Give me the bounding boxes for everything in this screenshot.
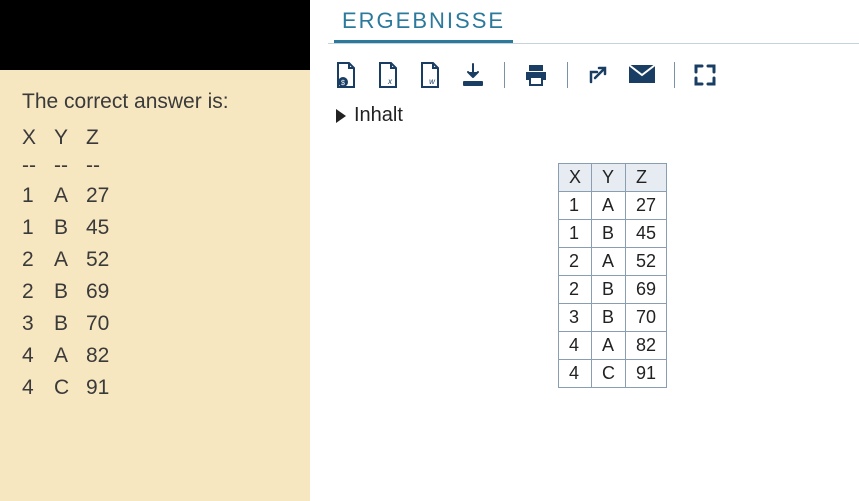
toolbar-separator — [674, 62, 675, 88]
dash-cell: -- — [54, 154, 86, 180]
table-cell: B — [592, 220, 626, 248]
table-cell: 4 — [559, 332, 592, 360]
table-cell: 2 — [559, 276, 592, 304]
table-cell: 45 — [626, 220, 667, 248]
table-cell: A — [54, 244, 86, 276]
table-cell: 27 — [86, 180, 126, 212]
answer-panel: The correct answer is: X Y Z -- -- -- 1A… — [0, 70, 310, 501]
black-bar — [0, 0, 310, 70]
table-cell: 4 — [559, 360, 592, 388]
table-header-row: X Y Z — [559, 164, 667, 192]
table-row: 2B69 — [559, 276, 667, 304]
table-cell: 70 — [86, 308, 126, 340]
table-cell: 52 — [626, 248, 667, 276]
table-cell: 91 — [86, 372, 126, 404]
table-row: 2A52 — [22, 244, 126, 276]
table-row: 4A82 — [559, 332, 667, 360]
table-cell: 2 — [559, 248, 592, 276]
col-header: Z — [86, 122, 126, 154]
table-row: 1A27 — [22, 180, 126, 212]
fullscreen-icon[interactable] — [693, 63, 717, 87]
table-cell: C — [592, 360, 626, 388]
table-cell: B — [592, 304, 626, 332]
table-cell: B — [54, 308, 86, 340]
answer-body: 1A271B452A522B693B704A824C91 — [22, 180, 126, 404]
section-toggle[interactable]: Inhalt — [328, 98, 859, 133]
table-row: 1A27 — [559, 192, 667, 220]
table-cell: A — [54, 340, 86, 372]
table-cell: A — [592, 192, 626, 220]
table-cell: 2 — [22, 276, 54, 308]
table-cell: A — [592, 332, 626, 360]
table-cell: A — [54, 180, 86, 212]
answer-title: The correct answer is: — [22, 90, 298, 114]
print-icon[interactable] — [523, 62, 549, 88]
answer-table: X Y Z -- -- -- 1A271B452A522B693B704A824… — [22, 122, 126, 404]
table-cell: B — [54, 212, 86, 244]
table-cell: 82 — [626, 332, 667, 360]
email-icon[interactable] — [628, 64, 656, 86]
result-body: 1A271B452A522B693B704A824C91 — [559, 192, 667, 388]
svg-text:w: w — [429, 77, 436, 86]
result-area: X Y Z 1A271B452A522B693B704A824C91 — [328, 133, 859, 388]
table-cell: 3 — [559, 304, 592, 332]
dash-cell: -- — [22, 154, 54, 180]
table-cell: A — [592, 248, 626, 276]
table-cell: 1 — [559, 192, 592, 220]
tab-bar: ERGEBNISSE — [328, 0, 859, 44]
col-header: Y — [592, 164, 626, 192]
col-header: Z — [626, 164, 667, 192]
table-cell: 4 — [22, 372, 54, 404]
open-external-icon[interactable] — [586, 63, 610, 87]
table-cell: 1 — [22, 180, 54, 212]
table-row: 4C91 — [22, 372, 126, 404]
table-cell: 91 — [626, 360, 667, 388]
table-cell: C — [54, 372, 86, 404]
table-cell: 69 — [626, 276, 667, 304]
table-row: 1B45 — [22, 212, 126, 244]
dash-cell: -- — [86, 154, 126, 180]
table-row: 3B70 — [22, 308, 126, 340]
export-xml-icon[interactable]: x — [376, 62, 400, 88]
svg-text:$: $ — [341, 80, 345, 87]
table-cell: 2 — [22, 244, 54, 276]
export-excel-icon[interactable]: $ — [334, 62, 358, 88]
table-cell: 70 — [626, 304, 667, 332]
toolbar: $ x w — [328, 56, 859, 98]
table-row: 2B69 — [22, 276, 126, 308]
table-cell: B — [592, 276, 626, 304]
table-cell: 52 — [86, 244, 126, 276]
table-cell: 3 — [22, 308, 54, 340]
svg-text:x: x — [387, 77, 393, 86]
download-icon[interactable] — [460, 62, 486, 88]
table-row: 3B70 — [559, 304, 667, 332]
table-cell: 82 — [86, 340, 126, 372]
table-cell: 1 — [559, 220, 592, 248]
export-word-icon[interactable]: w — [418, 62, 442, 88]
table-cell: 45 — [86, 212, 126, 244]
col-header: X — [559, 164, 592, 192]
table-cell: 4 — [22, 340, 54, 372]
table-cell: 1 — [22, 212, 54, 244]
tab-results[interactable]: ERGEBNISSE — [334, 0, 513, 43]
table-row: 1B45 — [559, 220, 667, 248]
answer-header-row: X Y Z — [22, 122, 126, 154]
right-panel: ERGEBNISSE $ x w Inhalt — [310, 0, 859, 501]
table-row: 4C91 — [559, 360, 667, 388]
table-cell: 27 — [626, 192, 667, 220]
left-panel: The correct answer is: X Y Z -- -- -- 1A… — [0, 0, 310, 501]
triangle-right-icon — [336, 109, 346, 123]
table-row: 4A82 — [22, 340, 126, 372]
table-row: 2A52 — [559, 248, 667, 276]
col-header: X — [22, 122, 54, 154]
section-label: Inhalt — [354, 104, 403, 127]
table-cell: B — [54, 276, 86, 308]
table-cell: 69 — [86, 276, 126, 308]
toolbar-separator — [567, 62, 568, 88]
toolbar-separator — [504, 62, 505, 88]
answer-dash-row: -- -- -- — [22, 154, 126, 180]
col-header: Y — [54, 122, 86, 154]
result-table: X Y Z 1A271B452A522B693B704A824C91 — [558, 163, 667, 388]
